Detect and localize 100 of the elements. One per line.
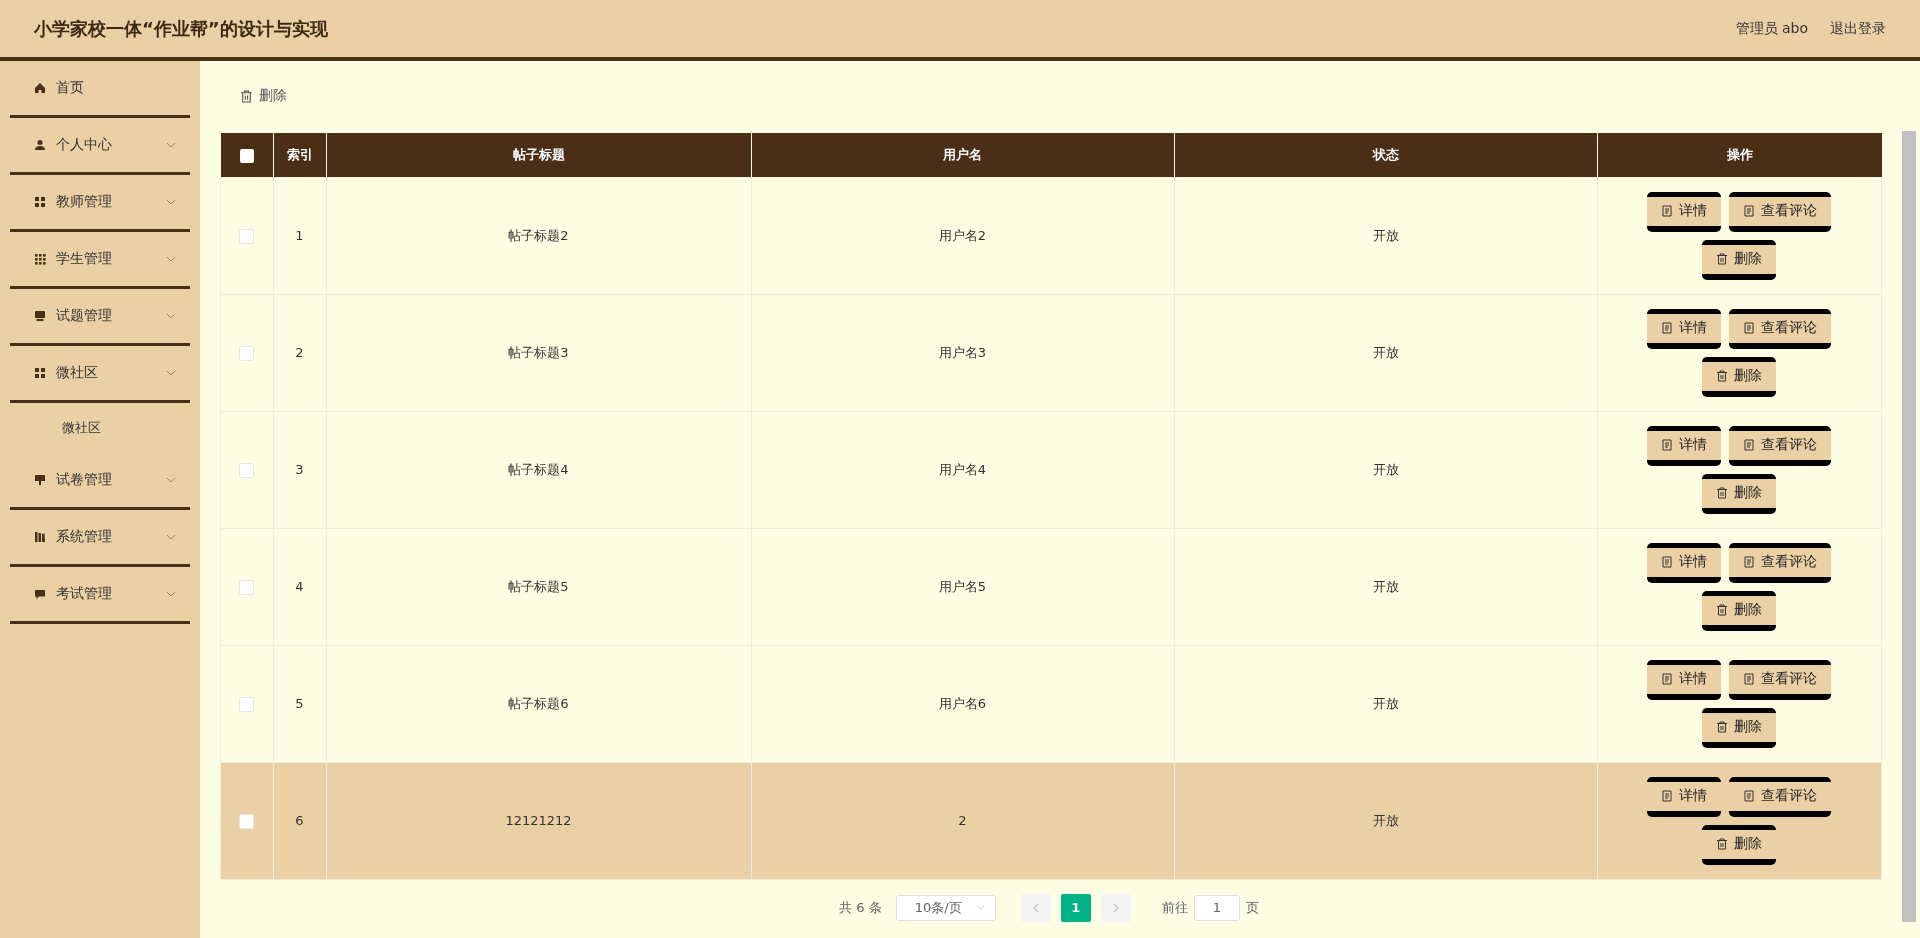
delete-button[interactable]: 删除 [1702, 356, 1777, 397]
chevron-right-icon [1112, 902, 1119, 913]
detail-button[interactable]: 详情 [1647, 425, 1722, 466]
table-cell: 2 [295, 345, 304, 360]
user-icon [34, 139, 46, 151]
comments-button[interactable]: 查看评论 [1729, 425, 1832, 466]
table-cell: 开放 [1372, 812, 1399, 828]
table-cell: 用户名4 [938, 461, 987, 477]
delete-button[interactable]: 删除 [1702, 590, 1777, 631]
row-checkbox[interactable] [239, 813, 255, 829]
page-input[interactable]: 1 [1193, 894, 1240, 921]
table-row[interactable]: 5 帖子标题6 用户名6 开放 详情 查看评论 删除 [220, 645, 1882, 762]
column-header: 状态 [1174, 133, 1597, 177]
column-header: 操作 [1597, 133, 1882, 177]
column-header: 用户名 [751, 133, 1174, 177]
trash-icon [1716, 487, 1729, 499]
trash-icon [1716, 253, 1729, 265]
document-icon [1661, 673, 1674, 685]
document-icon [1743, 673, 1756, 685]
chevron-icon [166, 370, 176, 376]
row-checkbox[interactable] [239, 228, 255, 244]
total-count: 共 6 条 [839, 898, 882, 917]
document-icon [1661, 790, 1674, 802]
menu-item[interactable]: 微社区 [10, 346, 190, 403]
table-row[interactable]: 1 帖子标题2 用户名2 开放 详情 查看评论 删除 [220, 177, 1882, 294]
trash-icon [1716, 838, 1729, 850]
table-row[interactable]: 6 12121212 2 开放 详情 查看评论 删除 [220, 762, 1882, 879]
menu-item[interactable]: 教师管理 [10, 175, 190, 232]
table-cell: 开放 [1372, 344, 1399, 360]
logout-link[interactable]: 退出登录 [1830, 19, 1886, 38]
table-cell: 3 [295, 462, 304, 477]
table-cell: 帖子标题6 [508, 695, 569, 711]
table-cell: 用户名3 [938, 344, 987, 360]
chevron-icon [166, 142, 176, 148]
delete-button[interactable]: 删除 [1702, 239, 1777, 280]
previous-page-button[interactable] [1020, 893, 1051, 922]
detail-button[interactable]: 详情 [1647, 191, 1722, 232]
menu-item[interactable]: 学生管理 [10, 232, 190, 289]
menu-item[interactable]: 首页 [10, 61, 190, 118]
row-checkbox[interactable] [239, 345, 255, 361]
table-cell: 帖子标题3 [508, 344, 569, 360]
chevron-icon [975, 905, 985, 910]
comments-button[interactable]: 查看评论 [1729, 659, 1832, 700]
comments-button[interactable]: 查看评论 [1729, 191, 1832, 232]
monitor-icon [34, 310, 46, 322]
comments-button[interactable]: 查看评论 [1729, 308, 1832, 349]
grid-icon [34, 196, 46, 208]
chevron-icon [166, 591, 176, 597]
comments-button[interactable]: 查看评论 [1729, 542, 1832, 583]
document-icon [1743, 439, 1756, 451]
chevron-icon [166, 534, 176, 540]
chevron-icon [166, 199, 176, 205]
table-cell: 开放 [1372, 461, 1399, 477]
table-row[interactable]: 4 帖子标题5 用户名5 开放 详情 查看评论 删除 [220, 528, 1882, 645]
table-cell: 1 [295, 228, 304, 243]
table-row[interactable]: 3 帖子标题4 用户名4 开放 详情 查看评论 删除 [220, 411, 1882, 528]
app-title: 小学家校一体“作业帮”的设计与实现 [34, 16, 328, 41]
document-icon [1661, 322, 1674, 334]
table-cell: 6 [295, 813, 304, 828]
table-cell: 12121212 [505, 813, 572, 828]
grid-icon [34, 367, 46, 379]
home-icon [34, 82, 46, 94]
menu-item[interactable]: 试卷管理 [10, 453, 190, 510]
row-checkbox[interactable] [239, 579, 255, 595]
table-cell: 4 [295, 579, 304, 594]
menu-item[interactable]: 系统管理 [10, 510, 190, 567]
menu-item[interactable]: 试题管理 [10, 289, 190, 346]
submenu-item[interactable]: 微社区 [0, 403, 200, 453]
delete-button[interactable]: 删除 [220, 87, 307, 105]
row-checkbox[interactable] [239, 462, 255, 478]
menu-item[interactable]: 考试管理 [10, 567, 190, 624]
delete-button[interactable]: 删除 [1702, 707, 1777, 748]
delete-button[interactable]: 删除 [1702, 473, 1777, 514]
table-row[interactable]: 2 帖子标题3 用户名3 开放 详情 查看评论 删除 [220, 294, 1882, 411]
trash-icon [1716, 604, 1729, 616]
table-cell: 开放 [1372, 578, 1399, 594]
table-cell: 开放 [1372, 695, 1399, 711]
row-checkbox[interactable] [239, 696, 255, 712]
grid-icon [34, 253, 46, 265]
table-cell: 用户名5 [938, 578, 987, 594]
document-icon [1743, 205, 1756, 217]
next-page-button[interactable] [1100, 893, 1131, 922]
delete-button[interactable]: 删除 [1702, 824, 1777, 865]
user-label: 管理员 abo [1735, 19, 1808, 38]
select-all-checkbox[interactable] [239, 148, 254, 163]
table-cell: 帖子标题5 [508, 578, 569, 594]
detail-button[interactable]: 详情 [1647, 776, 1722, 817]
detail-button[interactable]: 详情 [1647, 542, 1722, 583]
detail-button[interactable]: 详情 [1647, 659, 1722, 700]
document-icon [1661, 556, 1674, 568]
detail-button[interactable]: 详情 [1647, 308, 1722, 349]
chevron-left-icon [1032, 902, 1039, 913]
table-cell: 2 [958, 813, 967, 828]
page-size-select[interactable]: 10条/页 [895, 894, 996, 921]
comments-button[interactable]: 查看评论 [1729, 776, 1832, 817]
books-icon [34, 531, 46, 543]
chat-icon [34, 588, 46, 600]
menu-item[interactable]: 个人中心 [10, 118, 190, 175]
column-header: 索引 [273, 133, 326, 177]
scrollbar[interactable] [1902, 131, 1916, 922]
